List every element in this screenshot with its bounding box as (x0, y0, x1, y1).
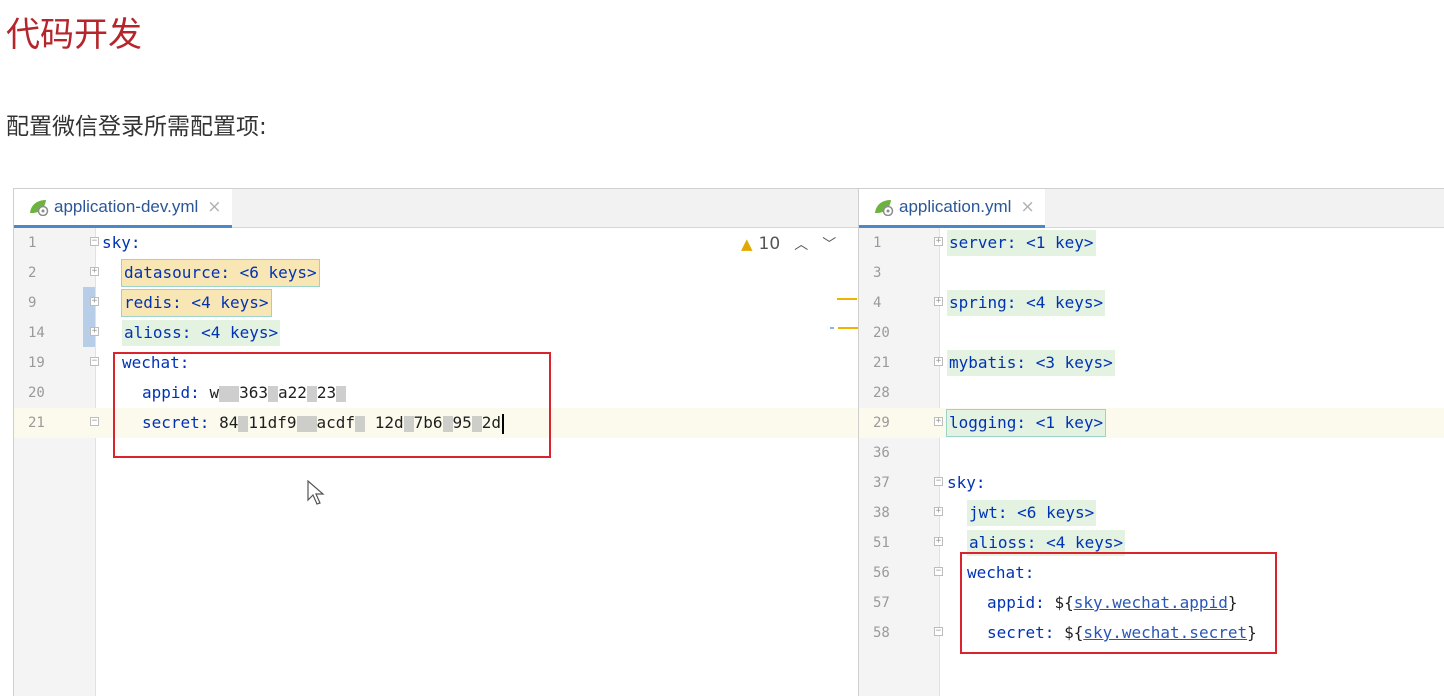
code-line: 21 + mybatis: <3 keys> (859, 348, 1444, 378)
folded-region[interactable]: redis: <4 keys> (121, 289, 272, 317)
tab-bar: application-dev.yml × (14, 189, 859, 228)
tab-label: application.yml (899, 197, 1012, 216)
close-icon[interactable]: × (207, 197, 221, 217)
code-line: 36 (873, 445, 890, 461)
fold-toggle[interactable]: + (934, 357, 943, 366)
code-line: 38 + jwt: <6 keys> (859, 498, 1444, 528)
tab-application-dev-yml[interactable]: application-dev.yml × (14, 189, 232, 228)
folded-region[interactable]: jwt: <6 keys> (967, 500, 1097, 526)
code-line: 20 (873, 325, 890, 341)
code-line: 2 + datasource: <6 keys> (14, 258, 859, 288)
tab-application-yml[interactable]: application.yml × (859, 189, 1045, 228)
fold-toggle[interactable]: + (934, 237, 943, 246)
page-title: 代码开发 (6, 15, 142, 55)
spring-leaf-icon (875, 200, 894, 216)
code-line: 14 + alioss: <4 keys> (14, 318, 859, 348)
code-line: 3 (873, 265, 882, 281)
folded-region[interactable]: logging: <1 key> (945, 409, 1107, 437)
code-line: 37 − sky: (873, 473, 986, 492)
fold-toggle[interactable]: + (934, 297, 943, 306)
code-line-current: 29 + logging: <1 key> (859, 408, 1444, 438)
highlight-box (960, 552, 1277, 654)
mouse-cursor-icon (307, 480, 325, 505)
code-line: 28 (873, 385, 890, 401)
fold-toggle[interactable]: + (90, 267, 99, 276)
folded-region[interactable]: spring: <4 keys> (947, 290, 1106, 316)
folded-region[interactable]: mybatis: <3 keys> (947, 350, 1115, 376)
code-line: 4 + spring: <4 keys> (859, 288, 1444, 318)
editor-application: application.yml × 1 + server: <1 key> 3 … (858, 188, 1444, 696)
spring-leaf-icon (30, 200, 49, 216)
code-line: 9 + redis: <4 keys> (14, 288, 859, 318)
page-subtitle: 配置微信登录所需配置项: (6, 114, 267, 140)
fold-toggle[interactable]: + (90, 327, 99, 336)
tab-label: application-dev.yml (54, 197, 199, 216)
tab-bar: application.yml × (859, 189, 1444, 228)
fold-toggle[interactable]: − (934, 567, 943, 576)
folded-region[interactable]: datasource: <6 keys> (121, 259, 320, 287)
fold-toggle[interactable]: + (934, 417, 943, 426)
fold-toggle[interactable]: − (90, 417, 99, 426)
code-line: 1 + server: <1 key> (859, 228, 1444, 258)
folded-region[interactable]: alioss: <4 keys> (122, 320, 281, 346)
fold-toggle[interactable]: + (90, 297, 99, 306)
editor-application-dev: application-dev.yml × ▲ 10 ︿ ﹀ 1 − sky: … (13, 188, 859, 696)
folded-region[interactable]: server: <1 key> (947, 230, 1096, 256)
highlight-box (113, 352, 551, 458)
close-icon[interactable]: × (1020, 197, 1034, 217)
code-area[interactable]: 1 − sky: 2 + datasource: <6 keys> 9 + re… (14, 228, 859, 696)
fold-toggle[interactable]: − (934, 627, 943, 636)
code-line: 1 − sky: (28, 233, 141, 252)
fold-toggle[interactable]: − (90, 237, 99, 246)
fold-toggle[interactable]: − (90, 357, 99, 366)
fold-toggle[interactable]: + (934, 537, 943, 546)
fold-toggle[interactable]: + (934, 507, 943, 516)
fold-toggle[interactable]: − (934, 477, 943, 486)
